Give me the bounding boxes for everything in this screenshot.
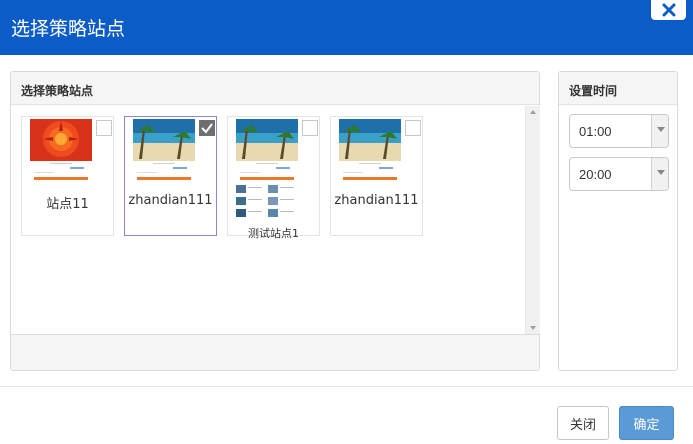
- beach-grid-thumbnail: [236, 119, 298, 225]
- end-time-select[interactable]: 20:00: [569, 157, 669, 191]
- start-time-value: 01:00: [579, 124, 612, 139]
- start-time-select[interactable]: 01:00: [569, 114, 669, 148]
- chevron-down-icon: [651, 115, 668, 147]
- site-tile[interactable]: zhandian111: [124, 116, 217, 236]
- footer-divider: [0, 386, 693, 387]
- dialog-close-button[interactable]: [651, 0, 686, 20]
- site-list-scrollbar[interactable]: [525, 106, 540, 334]
- close-button[interactable]: 关闭: [557, 406, 609, 440]
- chevron-down-icon: [651, 158, 668, 190]
- ok-button[interactable]: 确定: [619, 406, 674, 440]
- site-checkbox[interactable]: [96, 120, 112, 136]
- scroll-down-icon[interactable]: [530, 326, 536, 330]
- site-checkbox[interactable]: [199, 120, 215, 136]
- beach-thumbnail: [339, 119, 401, 183]
- site-checkbox[interactable]: [405, 120, 421, 136]
- site-tile[interactable]: 站点11: [21, 116, 114, 236]
- dialog-title: 选择策略站点: [11, 18, 126, 40]
- time-panel-title: 设置时间: [559, 72, 677, 105]
- flower-thumbnail: [30, 119, 92, 183]
- close-icon: [662, 3, 676, 17]
- site-label: 站点11: [46, 197, 89, 212]
- site-tile[interactable]: 测试站点1: [227, 116, 320, 240]
- scroll-up-icon[interactable]: [530, 110, 536, 114]
- dialog-header: 选择策略站点: [0, 0, 693, 55]
- site-label: zhandian111: [128, 193, 213, 208]
- sites-panel: 选择策略站点 站点11 zhandian111 测试站点1 zhandian11…: [10, 71, 540, 371]
- site-tile[interactable]: zhandian111: [330, 116, 423, 236]
- sites-panel-footer: [11, 334, 539, 370]
- site-list: 站点11 zhandian111 测试站点1 zhandian111: [11, 106, 525, 334]
- site-checkbox[interactable]: [302, 120, 318, 136]
- checkmark-icon: [200, 122, 214, 139]
- sites-panel-title: 选择策略站点: [11, 72, 539, 105]
- beach-thumbnail: [133, 119, 195, 183]
- site-label: 测试站点1: [248, 227, 299, 240]
- site-label: zhandian111: [334, 193, 419, 208]
- end-time-value: 20:00: [579, 167, 612, 182]
- time-panel: 设置时间 01:00 20:00: [558, 71, 678, 371]
